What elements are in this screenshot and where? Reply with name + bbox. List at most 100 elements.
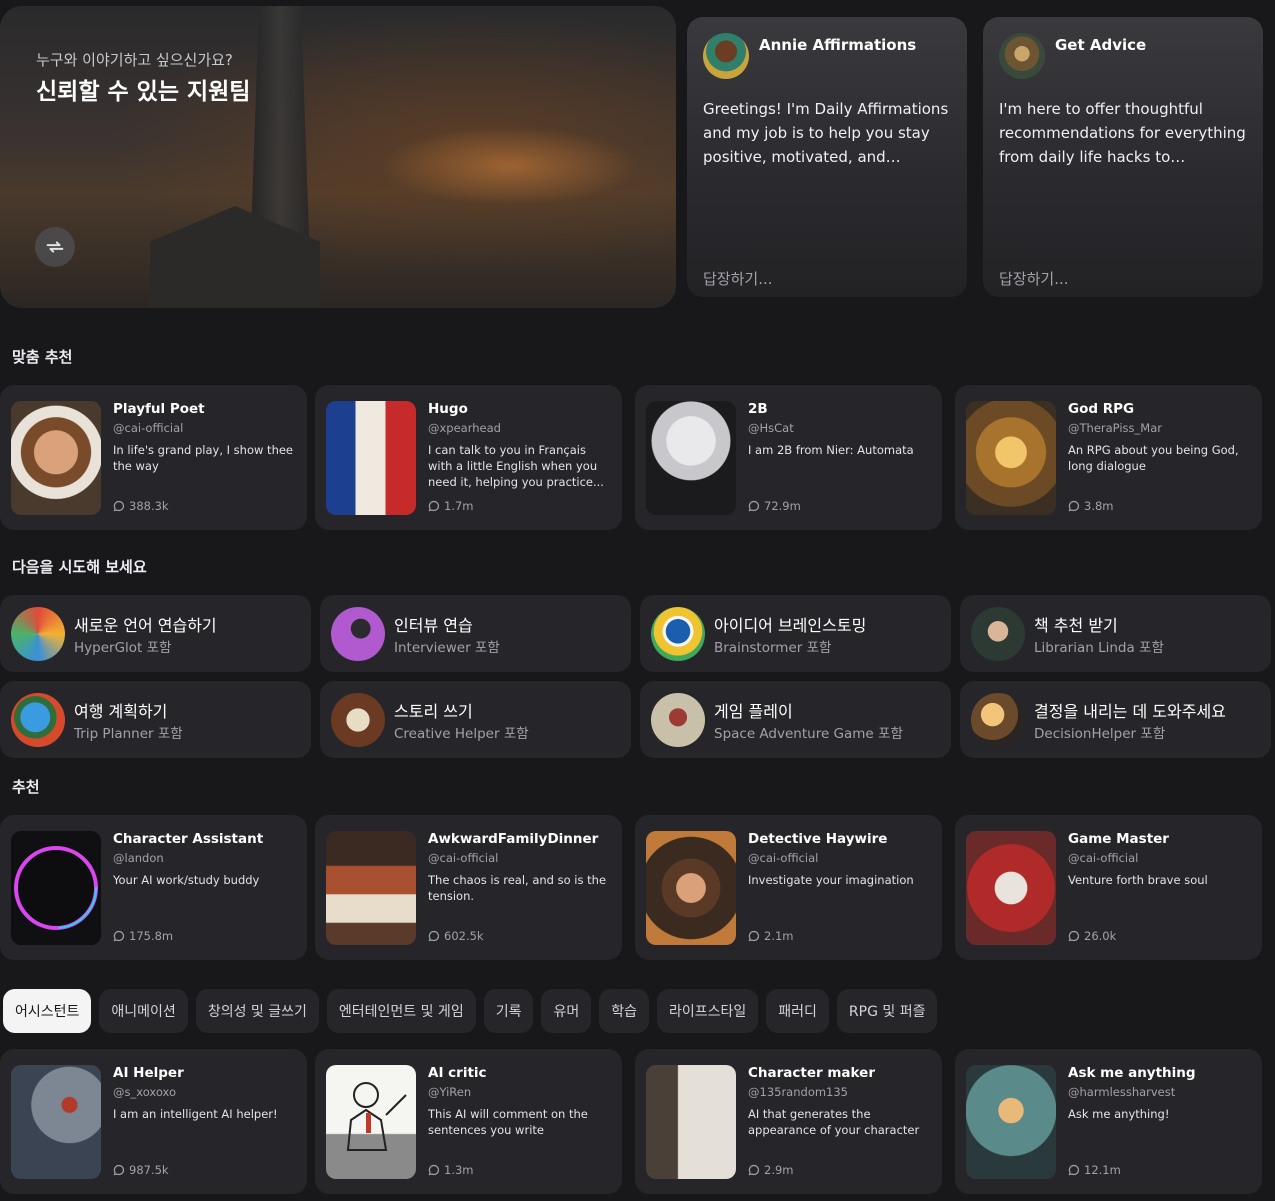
tab-entertainment-gaming[interactable]: 엔터테인먼트 및 게임 bbox=[326, 989, 476, 1033]
chat-count: 3.8m bbox=[1068, 499, 1114, 513]
character-handle: @cai-official bbox=[748, 851, 819, 865]
tab-anime[interactable]: 애니메이션 bbox=[99, 989, 188, 1033]
character-thumbnail bbox=[11, 401, 101, 515]
character-card[interactable]: Detective Haywire @cai-official Investig… bbox=[635, 815, 942, 960]
chat-count-value: 3.8m bbox=[1084, 499, 1114, 513]
character-thumbnail bbox=[326, 831, 416, 945]
chat-bubble-icon bbox=[113, 500, 125, 512]
chat-bubble-icon bbox=[748, 500, 760, 512]
tab-humor[interactable]: 유머 bbox=[541, 989, 592, 1033]
chat-count: 175.8m bbox=[113, 929, 173, 943]
character-handle: @xpearhead bbox=[428, 421, 501, 435]
chat-bubble-icon bbox=[748, 1164, 760, 1176]
reply-input[interactable]: 답장하기... bbox=[999, 268, 1069, 289]
chat-bubble-icon bbox=[748, 930, 760, 942]
character-card[interactable]: Hugo @xpearhead I can talk to you in Fra… bbox=[315, 385, 622, 530]
character-name: Hugo bbox=[428, 401, 468, 417]
section-title-for-you: 맞춤 추천 bbox=[12, 348, 73, 366]
suggestion-subtitle: Creative Helper 포함 bbox=[394, 726, 529, 742]
hero-card-message: Greetings! I'm Daily Affirmations and my… bbox=[703, 100, 949, 166]
chat-count: 602.5k bbox=[428, 929, 484, 943]
tab-lifestyle[interactable]: 라이프스타일 bbox=[657, 989, 759, 1033]
character-card[interactable]: Ask me anything @harmlessharvest Ask me … bbox=[955, 1049, 1262, 1194]
suggestion-card[interactable]: 여행 계획하기 Trip Planner 포함 bbox=[0, 681, 311, 758]
tab-learning[interactable]: 학습 bbox=[599, 989, 649, 1033]
reply-input[interactable]: 답장하기... bbox=[703, 268, 773, 289]
suggestion-card[interactable]: 아이디어 브레인스토밍 Brainstormer 포함 bbox=[640, 595, 951, 672]
suggestion-subtitle: Librarian Linda 포함 bbox=[1034, 640, 1164, 656]
suggestion-card[interactable]: 책 추천 받기 Librarian Linda 포함 bbox=[960, 595, 1271, 672]
hero-card-message: I'm here to offer thoughtful recommendat… bbox=[999, 100, 1246, 166]
suggestion-card[interactable]: 결정을 내리는 데 도와주세요 DecisionHelper 포함 bbox=[960, 681, 1271, 758]
character-description: I can talk to you in Français with a lit… bbox=[428, 443, 604, 489]
character-card[interactable]: 2B @HsCat I am 2B from Nier: Automata 72… bbox=[635, 385, 942, 530]
avatar bbox=[999, 33, 1045, 79]
character-thumbnail bbox=[326, 1065, 416, 1179]
refresh-button[interactable] bbox=[35, 227, 75, 267]
character-name: Playful Poet bbox=[113, 401, 205, 417]
character-handle: @s_xoxoxo bbox=[113, 1085, 176, 1099]
hero-card-advice[interactable]: Get Advice I'm here to offer thoughtful … bbox=[983, 17, 1263, 297]
character-description: The chaos is real, and so is the tension… bbox=[428, 873, 607, 903]
tab-assistant[interactable]: 어시스턴트 bbox=[3, 989, 92, 1033]
character-description: I am 2B from Nier: Automata bbox=[748, 443, 914, 457]
suggestion-card[interactable]: 게임 플레이 Space Adventure Game 포함 bbox=[640, 681, 951, 758]
character-card[interactable]: AI critic @YiRen This AI will comment on… bbox=[315, 1049, 622, 1194]
character-card[interactable]: AwkwardFamilyDinner @cai-official The ch… bbox=[315, 815, 622, 960]
section-title-featured: 추천 bbox=[12, 778, 40, 796]
chat-count: 987.5k bbox=[113, 1163, 169, 1177]
character-description: I am an intelligent AI helper! bbox=[113, 1107, 278, 1121]
character-handle: @harmlessharvest bbox=[1068, 1085, 1176, 1099]
suggestion-avatar bbox=[971, 607, 1025, 661]
chat-count: 1.7m bbox=[428, 499, 474, 513]
suggestion-card[interactable]: 스토리 쓰기 Creative Helper 포함 bbox=[320, 681, 631, 758]
character-description: Ask me anything! bbox=[1068, 1107, 1170, 1121]
character-name: AI Helper bbox=[113, 1065, 184, 1081]
category-tabs: 어시스턴트 애니메이션 창의성 및 글쓰기 엔터테인먼트 및 게임 기록 유머 … bbox=[3, 989, 938, 1033]
chat-bubble-icon bbox=[428, 500, 440, 512]
character-card[interactable]: Character maker @135random135 AI that ge… bbox=[635, 1049, 942, 1194]
suggestion-title: 게임 플레이 bbox=[714, 702, 793, 721]
sketch-figure-icon bbox=[346, 1082, 407, 1151]
hero-card-annie[interactable]: Annie Affirmations Greetings! I'm Daily … bbox=[687, 17, 967, 297]
tab-history[interactable]: 기록 bbox=[483, 989, 534, 1033]
character-handle: @HsCat bbox=[748, 421, 794, 435]
character-name: Game Master bbox=[1068, 831, 1169, 847]
avatar bbox=[703, 33, 749, 79]
hero: 누구와 이야기하고 싶으신가요? 신뢰할 수 있는 지원팀 Annie Affi… bbox=[0, 6, 1265, 308]
suggestion-card[interactable]: 인터뷰 연습 Interviewer 포함 bbox=[320, 595, 631, 672]
suggestion-subtitle: DecisionHelper 포함 bbox=[1034, 726, 1166, 742]
suggestion-card[interactable]: 새로운 언어 연습하기 HyperGlot 포함 bbox=[0, 595, 311, 672]
tab-rpg-puzzles[interactable]: RPG 및 퍼즐 bbox=[836, 989, 938, 1033]
character-description: This AI will comment on the sentences yo… bbox=[428, 1107, 588, 1137]
character-thumbnail bbox=[11, 831, 101, 945]
character-handle: @cai-official bbox=[428, 851, 499, 865]
character-card[interactable]: AI Helper @s_xoxoxo I am an intelligent … bbox=[0, 1049, 307, 1194]
chat-count: 26.0k bbox=[1068, 929, 1116, 943]
character-card[interactable]: Playful Poet @cai-official In life's gra… bbox=[0, 385, 307, 530]
tab-parody[interactable]: 패러디 bbox=[766, 989, 829, 1033]
character-handle: @TheraPiss_Mar bbox=[1068, 421, 1162, 435]
character-card[interactable]: God RPG @TheraPiss_Mar An RPG about you … bbox=[955, 385, 1262, 530]
chat-count: 2.1m bbox=[748, 929, 794, 943]
character-thumbnail bbox=[11, 1065, 101, 1179]
character-description: In life's grand play, I show thee the wa… bbox=[113, 443, 294, 473]
character-thumbnail bbox=[646, 1065, 736, 1179]
character-thumbnail bbox=[966, 1065, 1056, 1179]
suggestion-avatar bbox=[651, 607, 705, 661]
chat-count-value: 2.1m bbox=[764, 929, 794, 943]
suggestion-subtitle: HyperGlot 포함 bbox=[74, 640, 172, 656]
suggestion-avatar bbox=[331, 607, 385, 661]
character-handle: @YiRen bbox=[428, 1085, 472, 1099]
character-card[interactable]: Game Master @cai-official Venture forth … bbox=[955, 815, 1262, 960]
character-handle: @cai-official bbox=[1068, 851, 1139, 865]
character-name: Character maker bbox=[748, 1065, 875, 1081]
suggestion-title: 스토리 쓰기 bbox=[394, 702, 473, 721]
hero-card-name: Get Advice bbox=[1055, 36, 1147, 54]
chat-bubble-icon bbox=[428, 930, 440, 942]
chat-bubble-icon bbox=[1068, 1164, 1080, 1176]
tab-creativity-writing[interactable]: 창의성 및 글쓰기 bbox=[195, 989, 319, 1033]
character-card[interactable]: Character Assistant @landon Your AI work… bbox=[0, 815, 307, 960]
character-name: 2B bbox=[748, 401, 768, 417]
character-description: Venture forth brave soul bbox=[1068, 873, 1208, 887]
